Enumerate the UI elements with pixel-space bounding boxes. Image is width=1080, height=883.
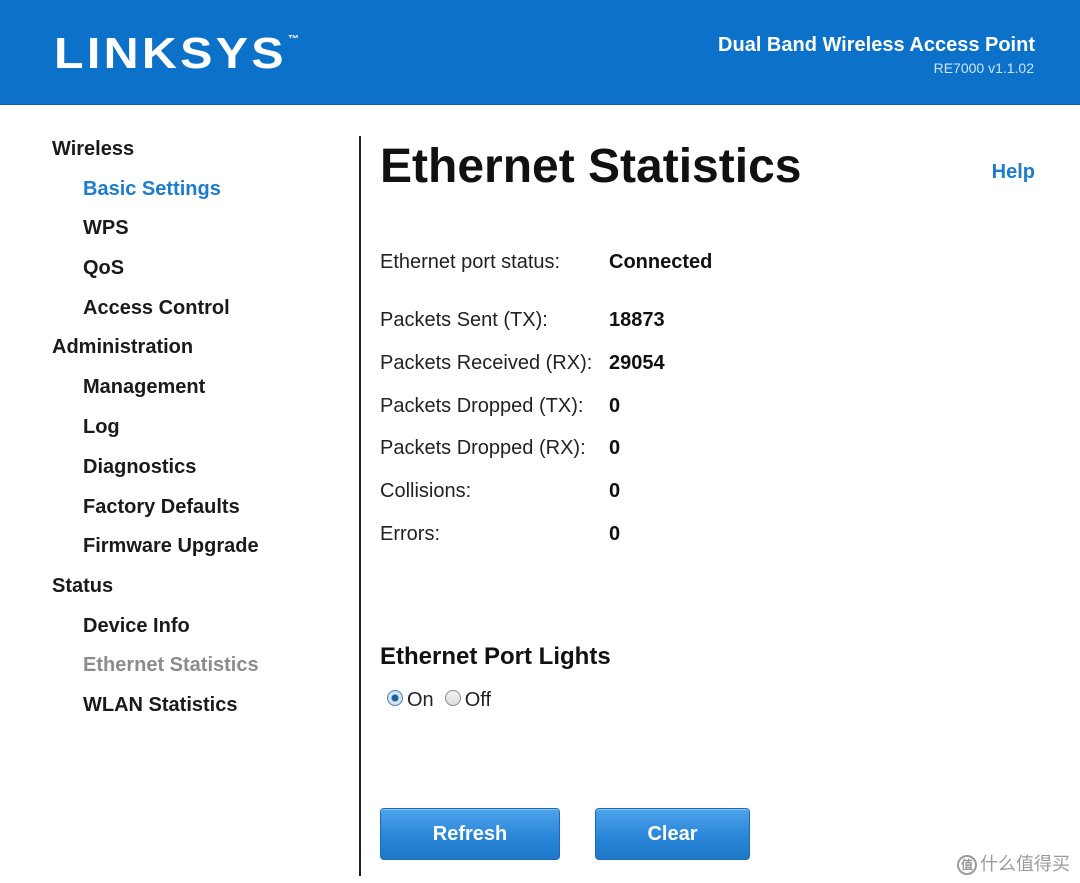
nav-item-device-info[interactable]: Device Info [83, 614, 190, 638]
help-link[interactable]: Help [992, 160, 1035, 184]
nav-item-ethernet-statistics[interactable]: Ethernet Statistics [83, 653, 259, 677]
nav-item-diagnostics[interactable]: Diagnostics [83, 455, 196, 479]
port-lights-on-label[interactable]: On [407, 687, 434, 713]
refresh-button[interactable]: Refresh [380, 808, 560, 860]
nav-item-basic-settings[interactable]: Basic Settings [83, 177, 221, 201]
sidebar-divider [359, 136, 361, 876]
nav-section-wireless: Wireless [52, 138, 135, 160]
port-lights-title: Ethernet Port Lights [380, 643, 611, 670]
nav-section-status: Status [52, 575, 114, 597]
watermark-badge-icon: 值 [957, 855, 977, 875]
stat-row-dropped-rx: Packets Dropped (RX): 0 [380, 435, 980, 461]
logo-text: LINKSYS [54, 29, 287, 78]
stat-row-collisions: Collisions: 0 [380, 478, 980, 504]
nav-item-management[interactable]: Management [83, 375, 205, 399]
port-lights-off-radio[interactable] [444, 690, 461, 707]
clear-button[interactable]: Clear [595, 808, 750, 860]
watermark: 值什么值得买 [957, 853, 1070, 875]
port-lights-off-label[interactable]: Off [465, 687, 491, 713]
stat-value: 29054 [609, 352, 665, 374]
linksys-logo: LINKSYS™ [54, 30, 299, 90]
product-name: Dual Band Wireless Access Point [718, 34, 1035, 56]
nav-item-wps[interactable]: WPS [83, 216, 129, 240]
stat-label: Packets Dropped (RX): [380, 437, 586, 459]
nav-item-qos[interactable]: QoS [83, 256, 124, 280]
stat-value: Connected [609, 251, 713, 273]
stat-value: 0 [609, 523, 621, 545]
nav-item-wlan-statistics[interactable]: WLAN Statistics [83, 693, 237, 717]
stat-label: Collisions: [380, 480, 472, 502]
stat-label: Packets Dropped (TX): [380, 395, 584, 417]
sidebar-nav: Wireless Basic Settings WPS QoS Access C… [0, 105, 360, 883]
nav-item-factory-defaults[interactable]: Factory Defaults [83, 495, 240, 519]
stat-row-packets-sent: Packets Sent (TX): 18873 [380, 307, 980, 333]
watermark-text: 什么值得买 [980, 853, 1070, 874]
port-lights-on-radio[interactable] [387, 690, 403, 707]
stat-label: Errors: [380, 523, 440, 545]
stat-row-port-status: Ethernet port status: Connected [380, 249, 980, 275]
port-lights-radio-group: On Off [387, 686, 502, 712]
stat-value: 18873 [609, 309, 665, 331]
stat-value: 0 [609, 437, 621, 459]
nav-item-log[interactable]: Log [83, 415, 120, 439]
nav-item-access-control[interactable]: Access Control [83, 296, 230, 320]
stat-label: Ethernet port status: [380, 251, 561, 273]
stat-row-packets-received: Packets Received (RX): 29054 [380, 350, 980, 376]
stat-label: Packets Received (RX): [380, 352, 593, 374]
header-bar: LINKSYS™ Dual Band Wireless Access Point… [0, 0, 1080, 105]
stat-value: 0 [609, 480, 621, 502]
stat-row-dropped-tx: Packets Dropped (TX): 0 [380, 393, 980, 419]
nav-section-administration: Administration [52, 336, 194, 358]
stat-value: 0 [609, 395, 621, 417]
stat-row-errors: Errors: 0 [380, 521, 980, 547]
nav-item-firmware-upgrade[interactable]: Firmware Upgrade [83, 534, 259, 558]
page-title: Ethernet Statistics [380, 140, 802, 193]
model-version: RE7000 v1.1.02 [933, 60, 1034, 76]
stat-label: Packets Sent (TX): [380, 309, 548, 331]
logo-trademark: ™ [287, 34, 299, 45]
